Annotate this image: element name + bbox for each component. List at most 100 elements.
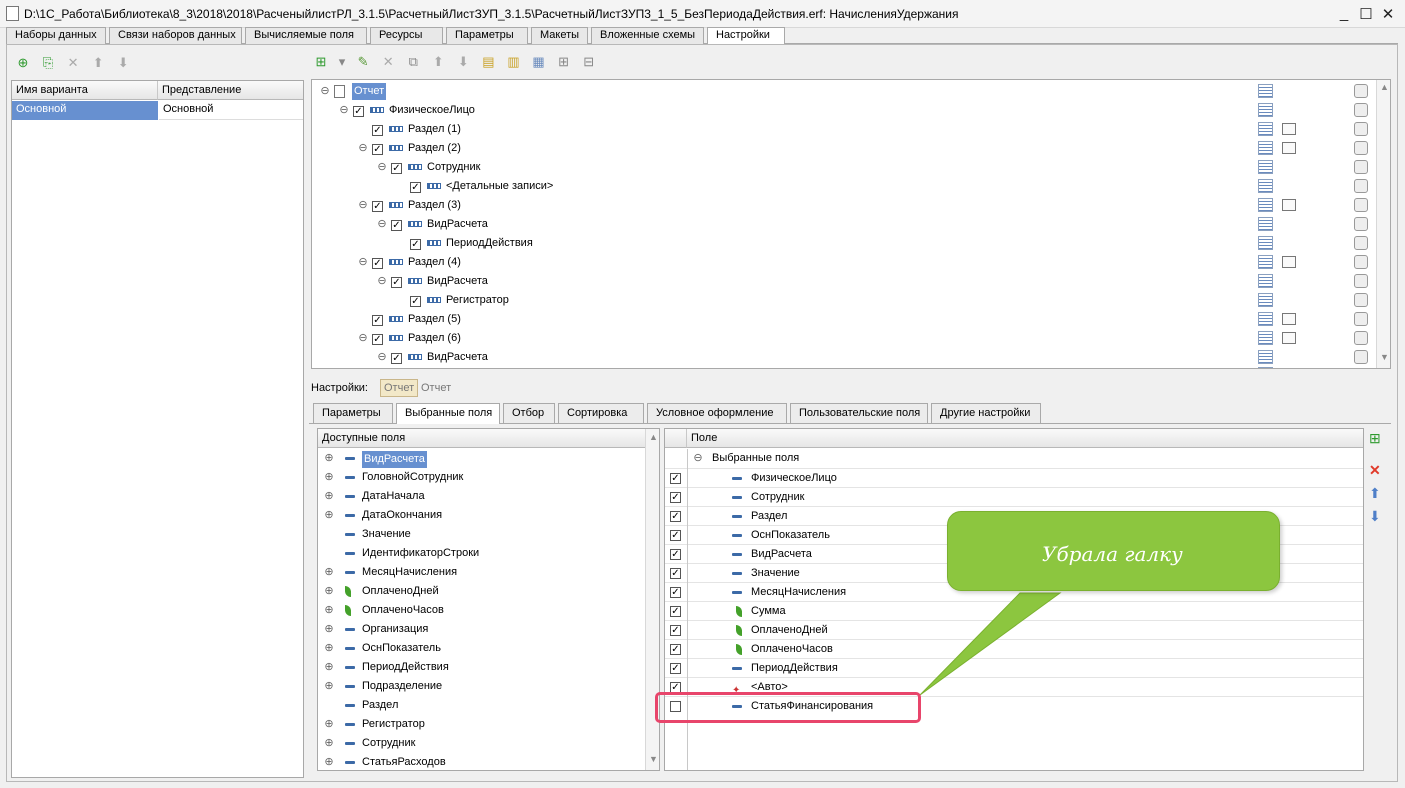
settings-gear-icon[interactable] bbox=[1354, 103, 1368, 117]
table-row[interactable]: ✓ ФизическоеЛицо bbox=[665, 468, 1363, 487]
expand-icon[interactable]: ⊕ bbox=[324, 468, 334, 487]
tab-3[interactable]: Ресурсы bbox=[370, 27, 443, 44]
list-item[interactable]: ⊕ ПериодДействия bbox=[318, 658, 644, 677]
records-icon[interactable] bbox=[1258, 122, 1273, 136]
list-item[interactable]: ⊕ Сотрудник bbox=[318, 734, 644, 753]
expand-icon[interactable]: ⊕ bbox=[324, 734, 334, 753]
records-icon[interactable] bbox=[1258, 84, 1273, 98]
structure-alt-icon[interactable]: ⊟ bbox=[581, 54, 597, 70]
field-checkbox[interactable]: ✓ bbox=[670, 511, 681, 522]
add-field-icon[interactable]: ⊞ bbox=[1369, 430, 1381, 447]
list-item[interactable]: ⊕ ВидРасчета bbox=[318, 449, 644, 468]
tree-row[interactable]: ⊖ ✓ Раздел (3) bbox=[312, 196, 1372, 215]
settings-report-button[interactable]: Отчет bbox=[380, 379, 419, 397]
records-icon[interactable] bbox=[1258, 141, 1273, 155]
field-checkbox[interactable]: ✓ bbox=[670, 473, 681, 484]
field-checkbox[interactable]: ✓ bbox=[670, 568, 681, 579]
tree-checkbox[interactable]: ✓ bbox=[410, 182, 421, 193]
collapse-icon[interactable]: ⊖ bbox=[358, 196, 368, 215]
table-row[interactable]: ✓ Сотрудник bbox=[665, 487, 1363, 506]
tree-checkbox[interactable]: ✓ bbox=[372, 201, 383, 212]
list-item[interactable]: ⊕ ОплаченоЧасов bbox=[318, 601, 644, 620]
settings-gear-icon[interactable] bbox=[1354, 198, 1368, 212]
subtab-6[interactable]: Другие настройки bbox=[931, 403, 1041, 423]
tree-row[interactable]: ⊖ ✓ ВидРасчета bbox=[312, 215, 1372, 234]
list-item[interactable]: ⊕ ОснПоказатель bbox=[318, 639, 644, 658]
collapse-icon[interactable]: ⊖ bbox=[339, 101, 349, 120]
expand-icon[interactable]: ⊕ bbox=[324, 715, 334, 734]
list-item[interactable]: ⊕ ГоловнойСотрудник bbox=[318, 468, 644, 487]
expand-icon[interactable]: ⊕ bbox=[324, 449, 334, 468]
settings-gear-icon[interactable] bbox=[1354, 236, 1368, 250]
records-icon[interactable] bbox=[1258, 179, 1273, 193]
scroll-up-icon[interactable]: ▲ bbox=[649, 432, 658, 442]
scroll-up-icon[interactable]: ▲ bbox=[1380, 82, 1389, 92]
list-item[interactable]: ⊕ Организация bbox=[318, 620, 644, 639]
field-checkbox[interactable]: ✓ bbox=[670, 549, 681, 560]
list-item[interactable]: ⊕ Регистратор bbox=[318, 715, 644, 734]
settings-gear-icon[interactable] bbox=[1354, 141, 1368, 155]
list-item[interactable]: ⊕ Подразделение bbox=[318, 677, 644, 696]
cut-icon[interactable]: ⧉ bbox=[405, 54, 421, 70]
field-checkbox[interactable]: ✓ bbox=[670, 625, 681, 636]
move-down-icon[interactable]: ⬇ bbox=[455, 54, 471, 70]
collapse-icon[interactable]: ⊖ bbox=[358, 329, 368, 348]
records-icon[interactable] bbox=[1258, 160, 1273, 174]
settings-gear-icon[interactable] bbox=[1354, 160, 1368, 174]
tree-row[interactable]: ⊖ Отчет bbox=[312, 82, 1372, 101]
records-icon[interactable] bbox=[1258, 367, 1273, 368]
settings-gear-icon[interactable] bbox=[1354, 217, 1368, 231]
tab-2[interactable]: Вычисляемые поля bbox=[245, 27, 367, 44]
page-icon[interactable]: ▤ bbox=[480, 54, 496, 70]
maximize-icon[interactable]: ☐ bbox=[1357, 5, 1375, 23]
tree-row[interactable]: ⊖ ✓ ВидРасчета bbox=[312, 272, 1372, 291]
tab-0[interactable]: Наборы данных bbox=[6, 27, 106, 44]
settings-gear-icon[interactable] bbox=[1354, 274, 1368, 288]
field-checkbox[interactable]: ✓ bbox=[670, 587, 681, 598]
field-checkbox[interactable]: ✓ bbox=[670, 644, 681, 655]
subtab-2[interactable]: Отбор bbox=[503, 403, 555, 423]
settings-gear-icon[interactable] bbox=[1354, 312, 1368, 326]
tree-checkbox[interactable]: ✓ bbox=[410, 296, 421, 307]
settings-gear-icon[interactable] bbox=[1354, 255, 1368, 269]
records-icon[interactable] bbox=[1258, 255, 1273, 269]
records-icon[interactable] bbox=[1258, 331, 1273, 345]
tree-row[interactable]: ⊖ ✓ Раздел (4) bbox=[312, 253, 1372, 272]
collapse-icon[interactable]: ⊖ bbox=[377, 348, 387, 367]
settings-gear-icon[interactable] bbox=[1354, 179, 1368, 193]
move-up-icon[interactable]: ⬆ bbox=[430, 54, 446, 70]
records-icon[interactable] bbox=[1258, 293, 1273, 307]
settings-gear-icon[interactable] bbox=[1354, 293, 1368, 307]
variant-name-cell[interactable]: Основной bbox=[12, 101, 158, 120]
filter-icon[interactable] bbox=[1282, 332, 1296, 344]
settings-gear-icon[interactable] bbox=[1354, 350, 1368, 364]
tree-row[interactable]: ⊖ ✓ ВидРасчета bbox=[312, 348, 1372, 367]
tree-checkbox[interactable]: ✓ bbox=[372, 334, 383, 345]
list-item[interactable]: ⊕ ДатаОкончания bbox=[318, 506, 644, 525]
delete-icon[interactable]: ✕ bbox=[380, 54, 396, 70]
records-icon[interactable] bbox=[1258, 274, 1273, 288]
page-view-icon[interactable]: ▦ bbox=[531, 54, 547, 70]
tree-checkbox[interactable]: ✓ bbox=[372, 144, 383, 155]
tree-row[interactable]: ✓ Раздел (5) bbox=[312, 310, 1372, 329]
settings-gear-icon[interactable] bbox=[1354, 331, 1368, 345]
collapse-icon[interactable]: ⊖ bbox=[377, 215, 387, 234]
tree-checkbox[interactable]: ✓ bbox=[391, 277, 402, 288]
variant-repr-cell[interactable]: Основной bbox=[159, 101, 303, 120]
tab-1[interactable]: Связи наборов данных bbox=[109, 27, 242, 44]
subtab-4[interactable]: Условное оформление bbox=[647, 403, 787, 423]
list-item[interactable]: ИдентификаторСтроки bbox=[318, 544, 644, 563]
tree-row[interactable]: ✓ <Детальные записи> bbox=[312, 177, 1372, 196]
close-icon[interactable]: ✕ bbox=[1379, 5, 1397, 23]
tree-row[interactable]: ⊖ ✓ Раздел (2) bbox=[312, 139, 1372, 158]
move-down-icon[interactable]: ⬇ bbox=[115, 55, 131, 71]
collapse-icon[interactable]: ⊖ bbox=[358, 253, 368, 272]
tree-row[interactable]: ✓ Раздел (1) bbox=[312, 120, 1372, 139]
tree-row[interactable]: ✓ Регистратор bbox=[312, 291, 1372, 310]
tree-row[interactable]: ⊖ ✓ Раздел (6) bbox=[312, 329, 1372, 348]
records-icon[interactable] bbox=[1258, 236, 1273, 250]
field-checkbox[interactable]: ✓ bbox=[670, 606, 681, 617]
subtab-0[interactable]: Параметры bbox=[313, 403, 393, 423]
move-down-icon[interactable]: ⬇ bbox=[1369, 508, 1381, 525]
subtab-3[interactable]: Сортировка bbox=[558, 403, 644, 423]
